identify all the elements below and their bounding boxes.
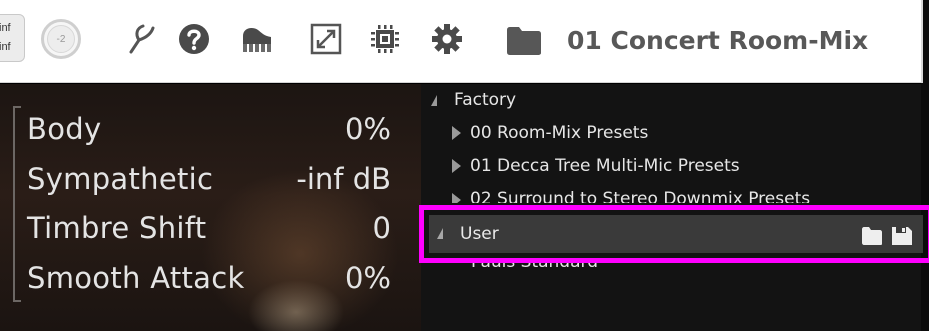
tree-folder-user[interactable]: User <box>429 215 923 253</box>
folder-icon[interactable] <box>506 26 542 56</box>
top-toolbar: inf inf -2 01 Concert Room-Mix <box>0 0 921 83</box>
tree-folder-user-highlight[interactable]: User <box>419 205 929 263</box>
volume-knob[interactable]: -2 <box>41 19 81 59</box>
fullscreen-icon[interactable] <box>309 22 343 56</box>
inf-top-label: inf <box>0 22 11 34</box>
param-timbre-shift[interactable]: Timbre Shift 0 <box>27 211 391 251</box>
save-icon[interactable] <box>891 226 913 246</box>
param-label: Timbre Shift <box>27 211 207 245</box>
tree-label: 00 Room-Mix Presets <box>470 123 649 143</box>
param-value[interactable]: 0% <box>345 112 391 146</box>
tree-label: Pauls Standard <box>471 262 599 272</box>
collapsed-arrow-icon <box>452 126 461 140</box>
piano-icon[interactable] <box>240 22 274 56</box>
tree-label: 02 Surround to Stereo Downmix Presets <box>470 189 811 203</box>
inf-bottom-label: inf <box>0 41 11 53</box>
preset-title[interactable]: 01 Concert Room-Mix <box>567 22 868 60</box>
param-value[interactable]: -inf dB <box>296 162 391 196</box>
window-edge <box>921 0 929 331</box>
collapsed-arrow-icon <box>452 193 461 203</box>
param-body[interactable]: Body 0% <box>27 112 391 152</box>
param-label: Body <box>27 112 102 146</box>
tree-label: Factory <box>454 90 517 110</box>
collapsed-arrow-icon <box>452 159 461 173</box>
param-value[interactable]: 0% <box>345 261 391 295</box>
help-icon[interactable] <box>177 22 211 56</box>
tuning-fork-icon[interactable] <box>123 22 157 56</box>
parameter-panel: Body 0% Sympathetic -inf dB Timbre Shift… <box>0 84 421 331</box>
param-label: Smooth Attack <box>27 261 245 295</box>
param-label: Sympathetic <box>27 162 214 196</box>
tree-item-user-preset[interactable]: Pauls Standard <box>471 262 771 276</box>
chip-icon[interactable] <box>368 22 402 56</box>
tree-label: User <box>460 224 499 244</box>
expanded-arrow-icon <box>431 95 437 106</box>
param-group-bracket <box>13 106 21 302</box>
tree-item[interactable]: 02 Surround to Stereo Downmix Presets <box>452 189 892 203</box>
param-sympathetic[interactable]: Sympathetic -inf dB <box>27 162 391 202</box>
gear-icon[interactable] <box>430 22 464 56</box>
param-smooth-attack[interactable]: Smooth Attack 0% <box>27 261 391 301</box>
param-value[interactable]: 0 <box>373 211 391 245</box>
output-level-meter: inf inf <box>0 14 25 62</box>
folder-icon[interactable] <box>861 226 883 246</box>
expanded-arrow-icon <box>437 228 443 239</box>
knob-value: -2 <box>47 25 75 53</box>
tree-label: 01 Decca Tree Multi-Mic Presets <box>470 156 740 176</box>
